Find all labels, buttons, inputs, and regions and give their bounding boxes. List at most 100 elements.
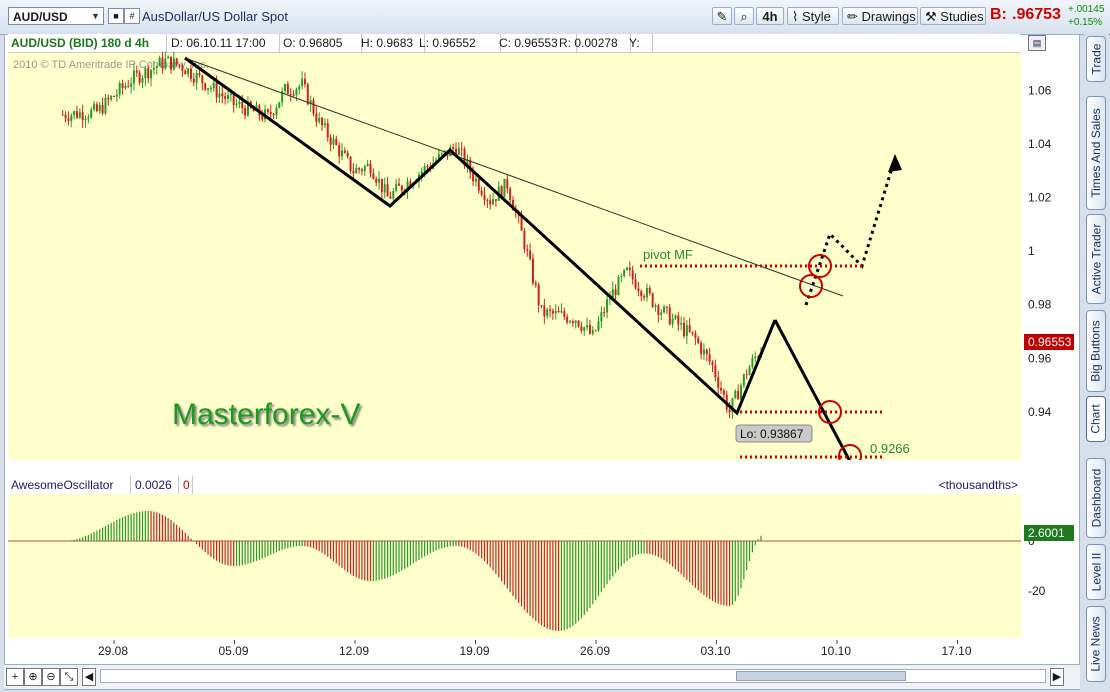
tab-trade[interactable]: Trade xyxy=(1086,36,1106,82)
horizontal-scrollbar[interactable] xyxy=(100,669,1046,683)
candle-body xyxy=(141,78,144,83)
candle-body xyxy=(315,113,318,122)
candle-body xyxy=(124,85,127,88)
candle-body xyxy=(189,68,192,79)
candle-body xyxy=(474,178,477,182)
candle-body xyxy=(503,178,506,198)
candle-body xyxy=(372,173,375,179)
tab-chart[interactable]: Chart xyxy=(1086,396,1106,442)
candle-body xyxy=(398,183,400,186)
candle-body xyxy=(705,349,708,355)
tab-dashboard[interactable]: Dashboard xyxy=(1086,458,1106,538)
candle-body xyxy=(651,293,654,307)
candle-body xyxy=(158,57,161,67)
crosshair-icon[interactable]: + xyxy=(6,668,24,686)
candle-body xyxy=(301,78,304,87)
candle-body xyxy=(754,356,757,358)
candle-body xyxy=(722,390,725,395)
candle-body xyxy=(477,178,480,191)
candle-body xyxy=(127,85,130,87)
candle-body xyxy=(144,68,147,79)
candle-body xyxy=(614,289,617,296)
candle-body xyxy=(603,312,606,314)
candle-body xyxy=(617,276,620,296)
candle-body xyxy=(215,82,218,98)
candle-body xyxy=(591,330,594,334)
oscillator-axis: 0-20 xyxy=(1028,534,1046,598)
candle-body xyxy=(400,185,403,191)
scrollbar-thumb[interactable] xyxy=(736,671,906,681)
candle-body xyxy=(284,84,286,92)
candle-body xyxy=(150,69,153,79)
candle-body xyxy=(198,72,201,76)
candle-body xyxy=(184,70,187,75)
candle-body xyxy=(380,178,383,193)
candle-body xyxy=(378,178,381,183)
zoom-out-icon[interactable]: ⊖ xyxy=(42,668,60,686)
tab-live-news[interactable]: Live News xyxy=(1086,606,1106,682)
candle-body xyxy=(266,109,269,112)
candle-body xyxy=(529,250,532,259)
candle-body xyxy=(637,288,640,291)
candle-body xyxy=(540,305,543,307)
candle-body xyxy=(392,191,395,199)
candle-body xyxy=(98,104,101,112)
price-tick-label: 0.96 xyxy=(1028,351,1052,365)
candle-body xyxy=(275,107,278,116)
candle-body xyxy=(147,68,150,79)
tab-active-trader[interactable]: Active Trader xyxy=(1086,214,1106,304)
zoom-fit-icon[interactable]: ⤡ xyxy=(60,668,78,686)
oscillator-header: AwesomeOscillator 0.0026 0 <thousandths> xyxy=(8,476,1020,495)
time-tick-label: 05.09 xyxy=(219,644,249,658)
candle-body xyxy=(577,320,580,327)
candle-body xyxy=(155,66,158,68)
candle-body xyxy=(720,387,723,391)
candle-body xyxy=(634,279,637,289)
candle-body xyxy=(737,390,740,400)
candle-body xyxy=(537,284,540,306)
scroll-left-icon[interactable]: ◀ xyxy=(82,668,96,686)
candle-body xyxy=(665,306,668,308)
oscillator-chart[interactable]: 0-20 2.6001 xyxy=(0,494,1080,644)
candle-body xyxy=(580,326,583,331)
candle-body xyxy=(67,118,70,121)
candle-body xyxy=(546,309,549,317)
candle-body xyxy=(563,311,566,317)
candle-body xyxy=(207,88,210,90)
candle-body xyxy=(751,357,754,368)
candle-body xyxy=(121,83,124,88)
candle-body xyxy=(708,354,711,362)
last-price-label: 0.96553 xyxy=(1028,335,1072,349)
scroll-right-icon[interactable]: ▶ xyxy=(1050,668,1064,686)
candle-body xyxy=(87,117,90,119)
candle-body xyxy=(626,267,628,270)
candle-body xyxy=(366,163,369,167)
price-chart[interactable]: 2010 © TD Ameritrade IP Company, Inc. 1.… xyxy=(0,0,1080,460)
candle-body xyxy=(90,109,93,118)
candle-body xyxy=(483,194,486,201)
pivot-label: pivot MF xyxy=(643,247,693,262)
candle-body xyxy=(657,305,660,315)
time-tick-label: 17.10 xyxy=(942,644,972,658)
candle-body xyxy=(110,96,113,100)
candle-body xyxy=(138,72,141,83)
candle-body xyxy=(691,331,694,333)
candle-body xyxy=(668,307,671,325)
candle-body xyxy=(472,172,475,182)
tab-times-and-sales[interactable]: Times And Sales xyxy=(1086,96,1106,210)
tab-big-buttons[interactable]: Big Buttons xyxy=(1086,310,1106,392)
candle-body xyxy=(204,83,207,90)
tab-level-ii[interactable]: Level II xyxy=(1086,544,1106,600)
zoom-in-icon[interactable]: ⊕ xyxy=(24,668,42,686)
candle-body xyxy=(383,184,386,193)
candle-body xyxy=(349,156,352,171)
price-tick-label: 1.06 xyxy=(1028,83,1052,97)
candle-body xyxy=(671,318,674,325)
candle-body xyxy=(583,327,586,331)
candle-body xyxy=(232,93,235,105)
candle-body xyxy=(238,102,241,105)
candle-body xyxy=(187,68,190,75)
candle-body xyxy=(566,316,569,323)
candle-body xyxy=(329,137,332,145)
candle-body xyxy=(386,184,389,197)
